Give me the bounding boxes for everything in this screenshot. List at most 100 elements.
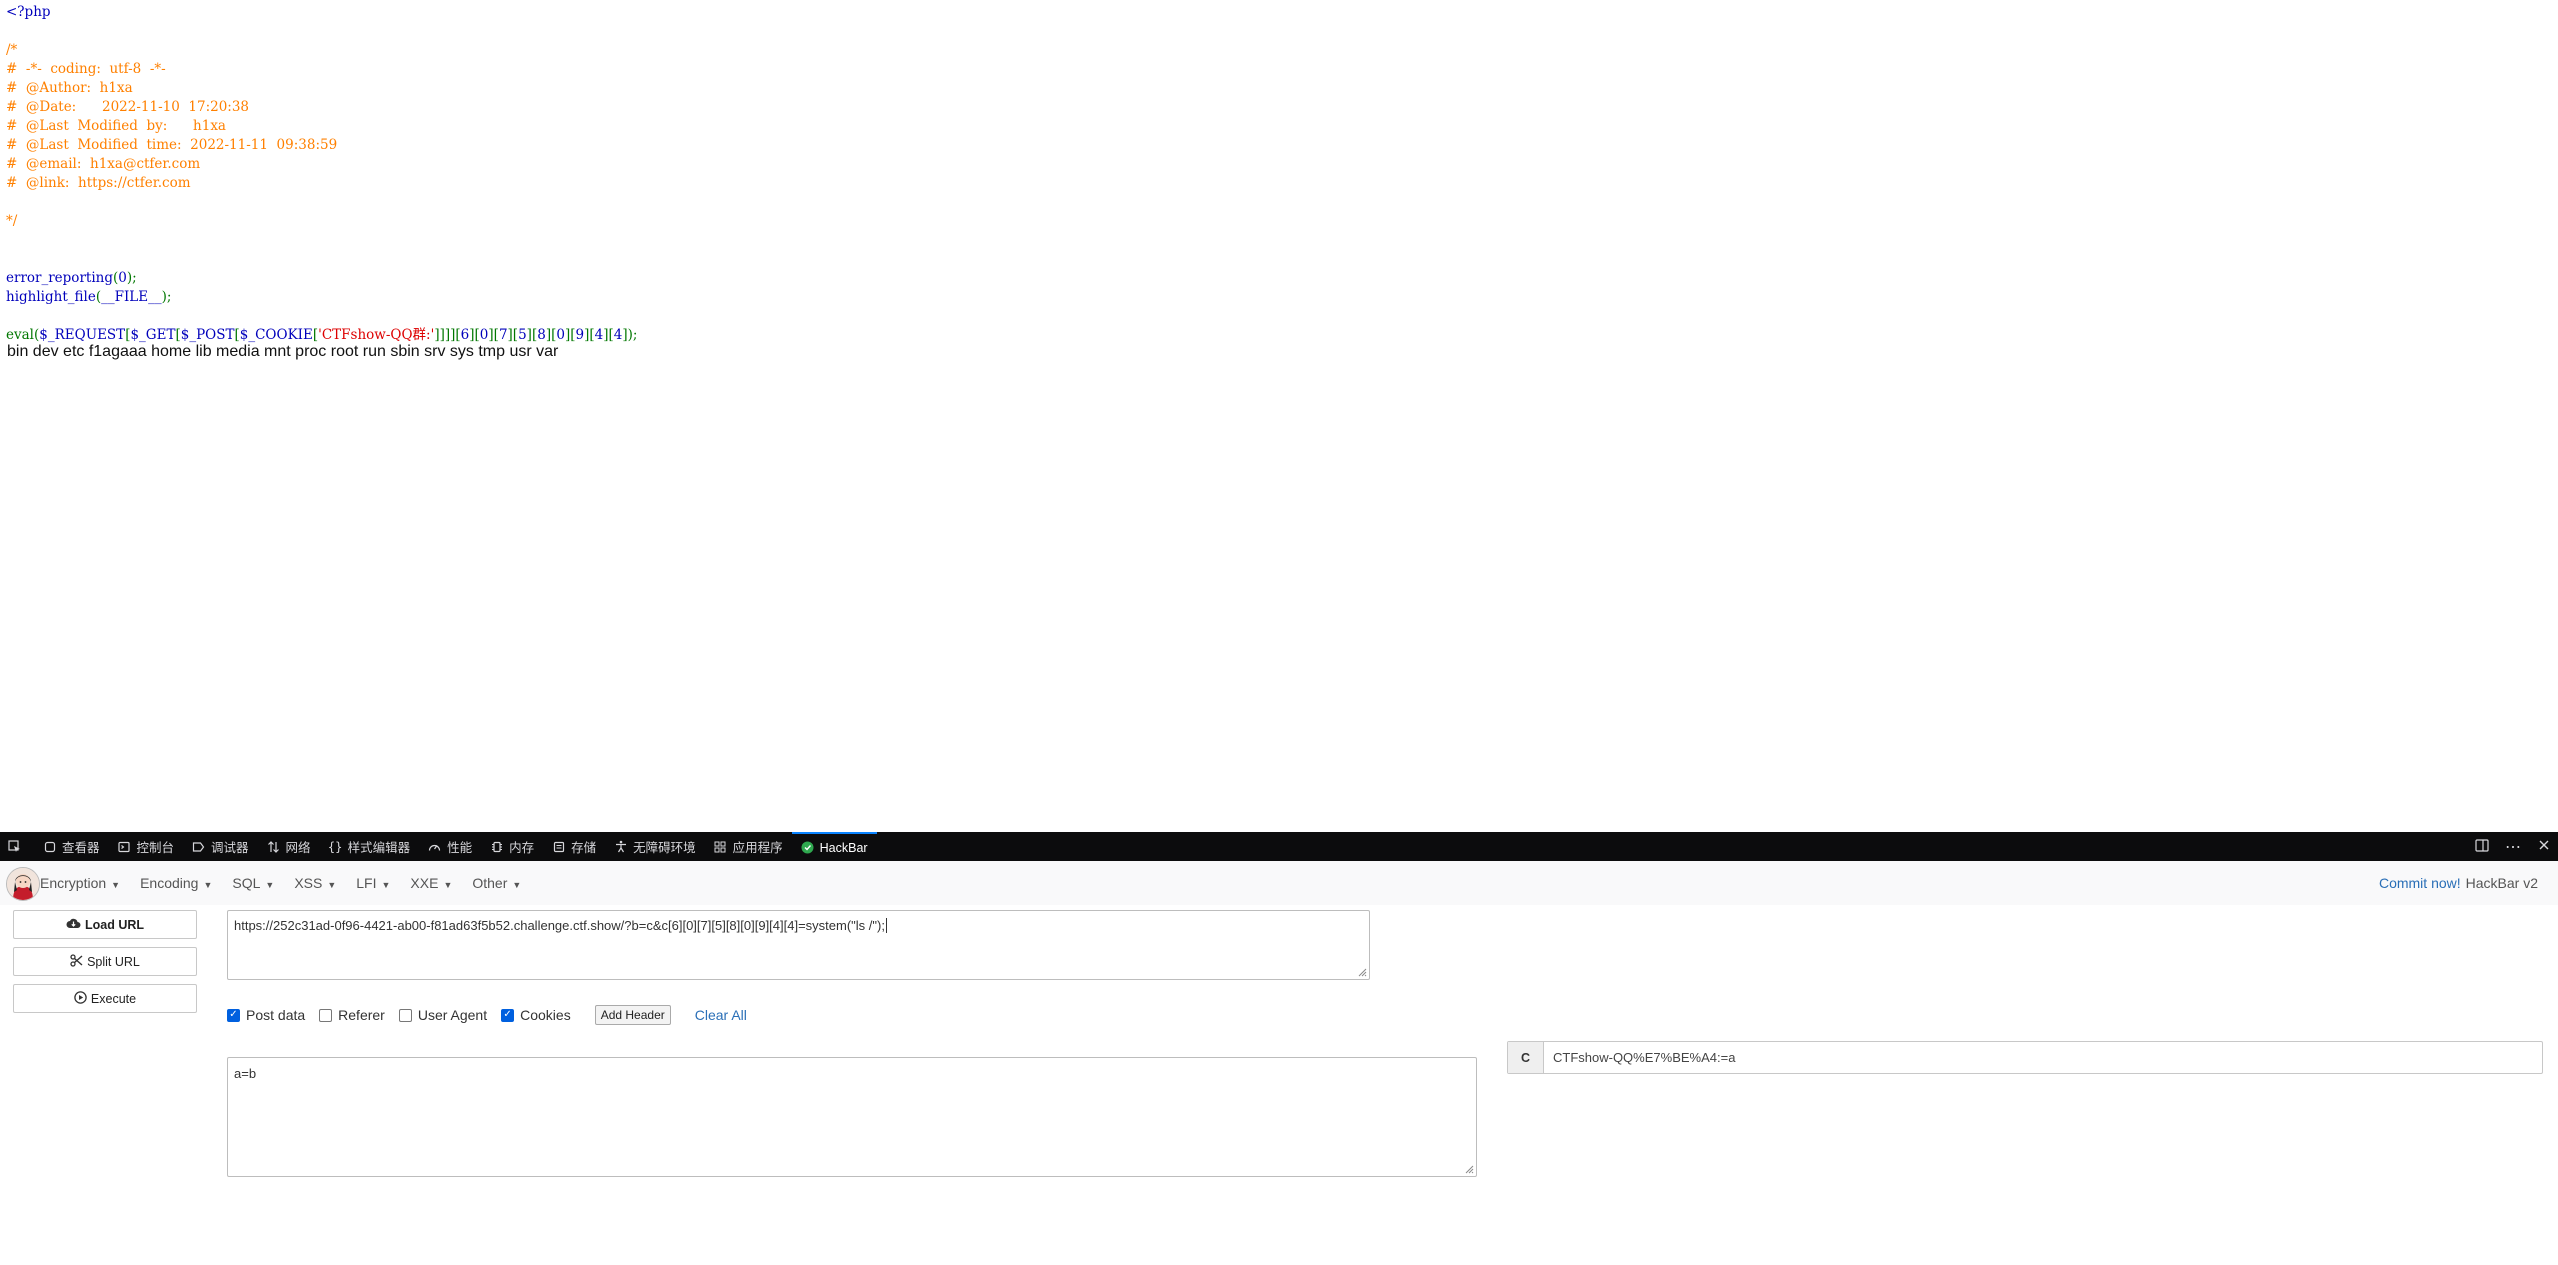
code-token: $_GET [130,327,176,343]
element-picker-icon [7,840,21,853]
tab-storage-label: 存储 [571,841,597,855]
text-cursor [885,918,887,933]
split-url-button[interactable]: Split URL [13,947,197,976]
tab-accessibility[interactable]: 无障碍环境 [605,832,705,861]
post-data-label: Post data [246,1007,306,1023]
commit-area: Commit now! HackBar v2 [2379,861,2538,905]
cookies-label: Cookies [520,1007,571,1023]
menu-other[interactable]: Other ▼ [472,875,521,891]
code-line: /* [6,41,637,60]
cookie-value: CTFshow-QQ%E7%BE%A4:=a [1553,1050,1736,1065]
code-token: ][ [469,327,480,343]
element-picker-button[interactable] [0,832,34,861]
tab-performance[interactable]: 性能 [419,832,481,861]
tab-storage[interactable]: 存储 [543,832,605,861]
referer-option[interactable]: Referer [319,1007,385,1023]
post-data-checkbox[interactable]: ✓ [227,1008,240,1022]
tab-performance-label: 性能 [447,841,473,855]
tab-hackbar[interactable]: HackBar [791,832,877,861]
tab-network-label: 网络 [285,841,311,855]
tab-style-editor[interactable]: {} 样式编辑器 [320,832,420,861]
menu-other-label: Other [472,875,508,891]
code-token: # @Last Modified time: 2022-11-11 09:38:… [6,137,338,153]
code-token: 0 [118,270,127,286]
code-line: # @email: h1xa@ctfer.com [6,155,637,174]
tab-accessibility-label: 无障碍环境 [633,841,696,855]
post-data-option[interactable]: ✓ Post data [227,1007,305,1023]
menu-xss[interactable]: XSS ▼ [294,875,336,891]
page-content: <?php /* # -*- coding: utf-8 -*- # @Author:… [0,0,2558,832]
commit-now-link[interactable]: Commit now! [2379,875,2461,891]
code-token: ][ [488,327,499,343]
code-token: ][ [603,327,614,343]
tab-memory[interactable]: 内存 [481,832,543,861]
hackbar-menu-bar: Encryption ▼ Encoding ▼ SQL ▼ XSS ▼ LFI ▼ XXE… [0,861,2558,906]
chevron-down-icon: ▼ [443,880,453,890]
referer-checkbox[interactable] [319,1008,333,1022]
post-data-textarea[interactable]: a=b [227,1057,1477,1177]
load-url-button[interactable]: Load URL [13,910,197,939]
url-textarea[interactable]: https://252c31ad-0f96-4421-ab00-f81ad63f… [227,910,1370,980]
code-line: # @Author: h1xa [6,79,637,98]
code-token: # @link: https://ctfer.com [6,175,191,191]
user-agent-checkbox[interactable] [398,1008,412,1022]
tab-memory-label: 内存 [509,841,535,855]
clear-all-link[interactable]: Clear All [695,1007,747,1023]
tab-application[interactable]: 应用程序 [705,832,792,861]
tab-application-label: 应用程序 [732,841,783,855]
hackbar-panel: Load URL Split URL Execute https://252c3… [0,905,2558,1265]
code-line: # @link: https://ctfer.com [6,174,637,193]
dock-toggle-button[interactable] [2467,832,2497,861]
code-token: ); [126,270,137,286]
user-agent-option[interactable]: User Agent [398,1007,487,1023]
code-token: /* [6,42,18,58]
tab-debugger[interactable]: 调试器 [183,832,258,861]
chevron-down-icon: ▼ [203,880,213,890]
code-token: eval [6,327,34,343]
code-token: # @email: h1xa@ctfer.com [6,156,201,172]
code-token: ); [161,289,172,305]
chevron-down-icon: ▼ [381,880,391,890]
tab-debugger-label: 调试器 [211,841,249,855]
command-output: bin dev etc f1agaaa home lib media mnt p… [7,343,559,360]
menu-lfi[interactable]: LFI ▼ [356,875,390,891]
resize-grip-icon[interactable] [1357,967,1367,977]
tab-inspector[interactable]: 查看器 [34,832,109,861]
menu-encryption-label: Encryption [40,875,107,891]
menu-encryption[interactable]: Encryption ▼ [40,875,120,891]
add-header-button[interactable]: Add Header [594,1005,671,1025]
more-options-button[interactable]: ⋯ [2497,832,2530,861]
code-line: highlight_file(__FILE__); [6,288,637,307]
devtools-window-controls: ⋯ [2467,832,2558,861]
action-buttons: Load URL Split URL Execute [13,910,197,1021]
code-token: ]]]][ [434,327,461,343]
menu-xss-label: XSS [294,875,323,891]
resize-grip-icon[interactable] [1464,1164,1474,1174]
split-url-label: Split URL [87,954,140,969]
cookie-field[interactable]: C CTFshow-QQ%E7%BE%A4:=a [1507,1041,2543,1074]
close-devtools-button[interactable] [2530,832,2558,861]
code-token: 8 [537,327,546,343]
execute-button[interactable]: Execute [13,984,197,1013]
menu-xxe[interactable]: XXE ▼ [410,875,452,891]
request-options: ✓ Post data Referer User Agent ✓ Cookies A… [227,1004,747,1026]
highlighted-source-code: <?php /* # -*- coding: utf-8 -*- # @Author:… [6,3,637,345]
menu-sql[interactable]: SQL ▼ [232,875,274,891]
code-token: ][ [584,327,595,343]
code-line: error_reporting(0); [6,269,637,288]
menu-lfi-label: LFI [356,875,377,891]
code-token: error_reporting [6,270,113,286]
code-token: # @Last Modified by: h1xa [6,118,226,134]
execute-label: Execute [90,991,137,1006]
code-line: # @Last Modified time: 2022-11-11 09:38:… [6,136,637,155]
tab-console[interactable]: 控制台 [109,832,184,861]
cookies-option[interactable]: ✓ Cookies [501,1007,571,1023]
tab-network[interactable]: 网络 [258,832,320,861]
url-value: https://252c31ad-0f96-4421-ab00-f81ad63f… [234,918,885,933]
cookies-checkbox[interactable]: ✓ [501,1008,515,1022]
menu-encoding[interactable]: Encoding ▼ [140,875,212,891]
hackbar-version: HackBar v2 [2465,875,2538,891]
load-url-label: Load URL [84,917,145,932]
network-icon [267,840,280,853]
code-token: 'CTFshow-QQ群:' [318,327,435,343]
